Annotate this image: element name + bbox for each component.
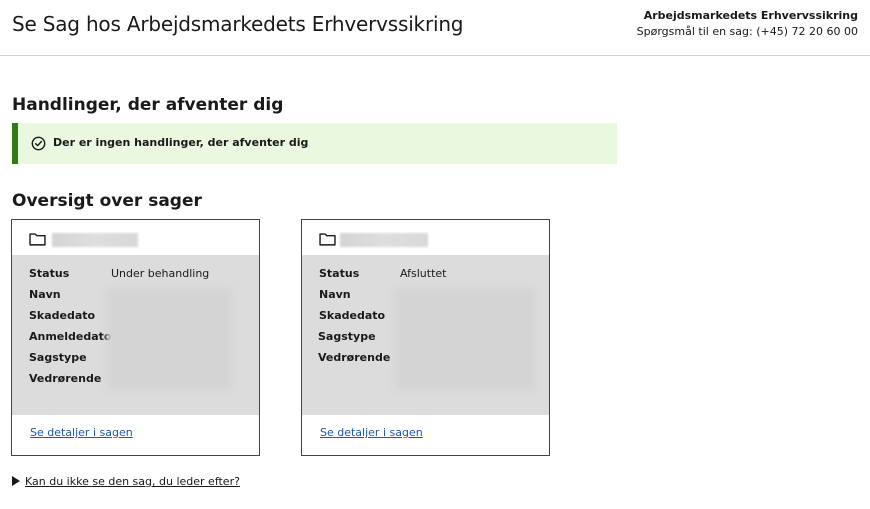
missing-case-link[interactable]: Kan du ikke se den sag, du leder efter? bbox=[25, 475, 240, 488]
case-details-link[interactable]: Se detaljer i sagen bbox=[320, 426, 423, 439]
redacted-case-title bbox=[52, 233, 138, 247]
case-card: Status Afsluttet Navn Skadedato Sagstype… bbox=[301, 219, 550, 456]
status-value: Under behandling bbox=[111, 267, 210, 280]
redacted-case-details bbox=[395, 288, 535, 390]
page-title: Se Sag hos Arbejdsmarkedets Erhvervssikr… bbox=[12, 12, 464, 36]
page-header: Se Sag hos Arbejdsmarkedets Erhvervssikr… bbox=[0, 0, 870, 56]
case-type-label: Sagstype bbox=[318, 330, 376, 343]
status-label: Status bbox=[29, 267, 70, 280]
name-label: Navn bbox=[29, 288, 61, 301]
status-label: Status bbox=[319, 267, 360, 280]
missing-case-disclosure[interactable]: Kan du ikke se den sag, du leder efter? bbox=[12, 475, 240, 488]
check-circle-icon bbox=[31, 136, 46, 151]
folder-icon bbox=[319, 233, 336, 246]
concerning-label: Vedrørende bbox=[29, 372, 102, 385]
injury-date-label: Skadedato bbox=[29, 309, 96, 322]
header-contact-block: Arbejdsmarkedets Erhvervssikring Spørgsm… bbox=[637, 8, 858, 40]
case-details: Status Afsluttet Navn Skadedato Sagstype… bbox=[302, 255, 549, 415]
contact-phone: Spørgsmål til en sag: (+45) 72 20 60 00 bbox=[636, 25, 858, 38]
actions-heading: Handlinger, der afventer dig bbox=[12, 95, 284, 115]
report-date-label: Anmeldedato bbox=[29, 330, 112, 343]
case-type-label: Sagstype bbox=[29, 351, 87, 364]
case-details-link[interactable]: Se detaljer i sagen bbox=[30, 426, 133, 439]
folder-icon bbox=[29, 233, 46, 246]
redacted-case-title bbox=[340, 233, 428, 247]
case-card-header bbox=[302, 220, 549, 255]
case-card: Status Under behandling Navn Skadedato A… bbox=[11, 219, 260, 456]
case-card-header bbox=[12, 220, 259, 255]
concerning-label: Vedrørende bbox=[318, 351, 391, 364]
redacted-case-details bbox=[107, 288, 232, 390]
notice-text: Der er ingen handlinger, der afventer di… bbox=[53, 136, 309, 149]
case-details: Status Under behandling Navn Skadedato A… bbox=[12, 255, 259, 415]
name-label: Navn bbox=[319, 288, 351, 301]
organization-name: Arbejdsmarkedets Erhvervssikring bbox=[643, 9, 858, 22]
triangle-right-icon bbox=[12, 476, 20, 486]
injury-date-label: Skadedato bbox=[319, 309, 386, 322]
no-actions-notice: Der er ingen handlinger, der afventer di… bbox=[12, 123, 617, 164]
overview-heading: Oversigt over sager bbox=[12, 191, 202, 211]
status-value: Afsluttet bbox=[400, 267, 447, 280]
